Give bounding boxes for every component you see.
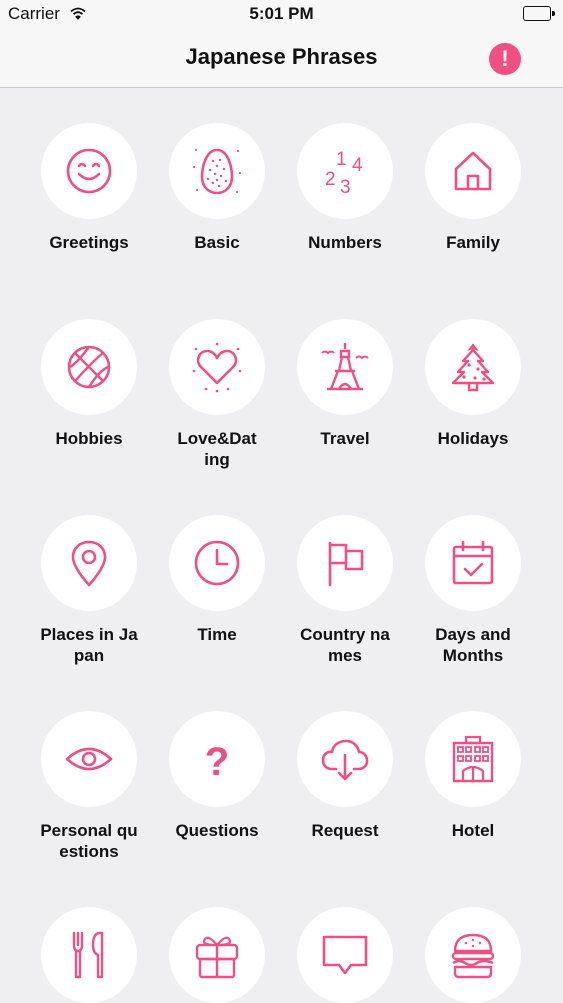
category-label: Days and Months [435, 625, 511, 665]
category-grid: Greetings Basic 1 4 2 3 Numbers Family H… [0, 88, 563, 1003]
battery-icon [523, 6, 555, 21]
numbers-icon-digit: 4 [352, 155, 363, 176]
category-label: Family [446, 233, 500, 252]
numbers-icon-digit: 2 [325, 169, 336, 190]
eiffel-tower-icon [319, 341, 371, 393]
category-icon-circle [297, 319, 393, 415]
question-mark-icon: ? [205, 740, 229, 784]
eye-icon [63, 733, 115, 785]
map-pin-icon [63, 537, 115, 589]
category-icon-circle [297, 711, 393, 807]
category-label: Greetings [49, 233, 129, 252]
category-label: Questions [175, 821, 259, 840]
question-mark-glyph: ? [205, 740, 229, 784]
category-icon-circle [41, 515, 137, 611]
category-label: Travel [320, 429, 370, 448]
category-label: Places in Japan [40, 625, 138, 665]
heart-icon [192, 342, 242, 393]
category-label: Numbers [308, 233, 382, 252]
category-icon-circle [169, 907, 265, 1003]
category-icon-circle [41, 711, 137, 807]
house-icon [447, 145, 499, 197]
category-label: Request [311, 821, 379, 840]
numbers-icon-digit: 1 [336, 149, 347, 170]
category-icon-circle [169, 123, 265, 219]
category-icon-circle [41, 907, 137, 1003]
navigation-bar: Japanese Phrases ! [0, 30, 563, 88]
fork-knife-icon [63, 929, 115, 981]
category-icon-circle [425, 319, 521, 415]
basketball-icon [63, 341, 115, 393]
page-title: Japanese Phrases [185, 44, 378, 69]
clock-icon [191, 537, 243, 589]
calendar-icon [447, 537, 499, 589]
category-icon-circle [297, 907, 393, 1003]
hotel-icon [447, 733, 499, 785]
category-icon-circle [297, 515, 393, 611]
category-icon-circle [425, 123, 521, 219]
category-label: Hotel [451, 821, 495, 840]
status-bar: Carrier 5:01 PM [0, 0, 563, 30]
category-icon-circle: ? [169, 711, 265, 807]
category-icon-circle: 1 4 2 3 [297, 123, 393, 219]
category-icon-circle [41, 319, 137, 415]
category-label: Love&Dating [177, 429, 257, 469]
category-label: Personal questions [40, 821, 138, 861]
speech-bubble-icon [319, 929, 371, 981]
category-label: Basic [194, 233, 240, 252]
burger-icon [447, 929, 499, 981]
category-icon-circle [425, 515, 521, 611]
category-label: Country names [300, 625, 390, 665]
category-icon-circle [41, 123, 137, 219]
category-icon-circle [169, 319, 265, 415]
category-icon-circle [425, 711, 521, 807]
category-label: Time [197, 625, 237, 644]
numbers-icon-digit: 3 [340, 177, 351, 197]
info-alert-button[interactable]: ! [489, 43, 521, 75]
gift-icon [191, 929, 243, 981]
christmas-tree-icon [447, 341, 499, 393]
egg-icon [192, 145, 242, 197]
category-label: Holidays [437, 429, 509, 448]
category-label: Hobbies [55, 429, 123, 448]
cloud-download-icon [319, 733, 371, 785]
smiley-icon [63, 145, 115, 197]
flag-icon [319, 537, 371, 589]
category-icon-circle [169, 515, 265, 611]
status-time: 5:01 PM [249, 4, 314, 23]
numbers-icon: 1 4 2 3 [325, 149, 363, 197]
category-icon-circle [425, 907, 521, 1003]
